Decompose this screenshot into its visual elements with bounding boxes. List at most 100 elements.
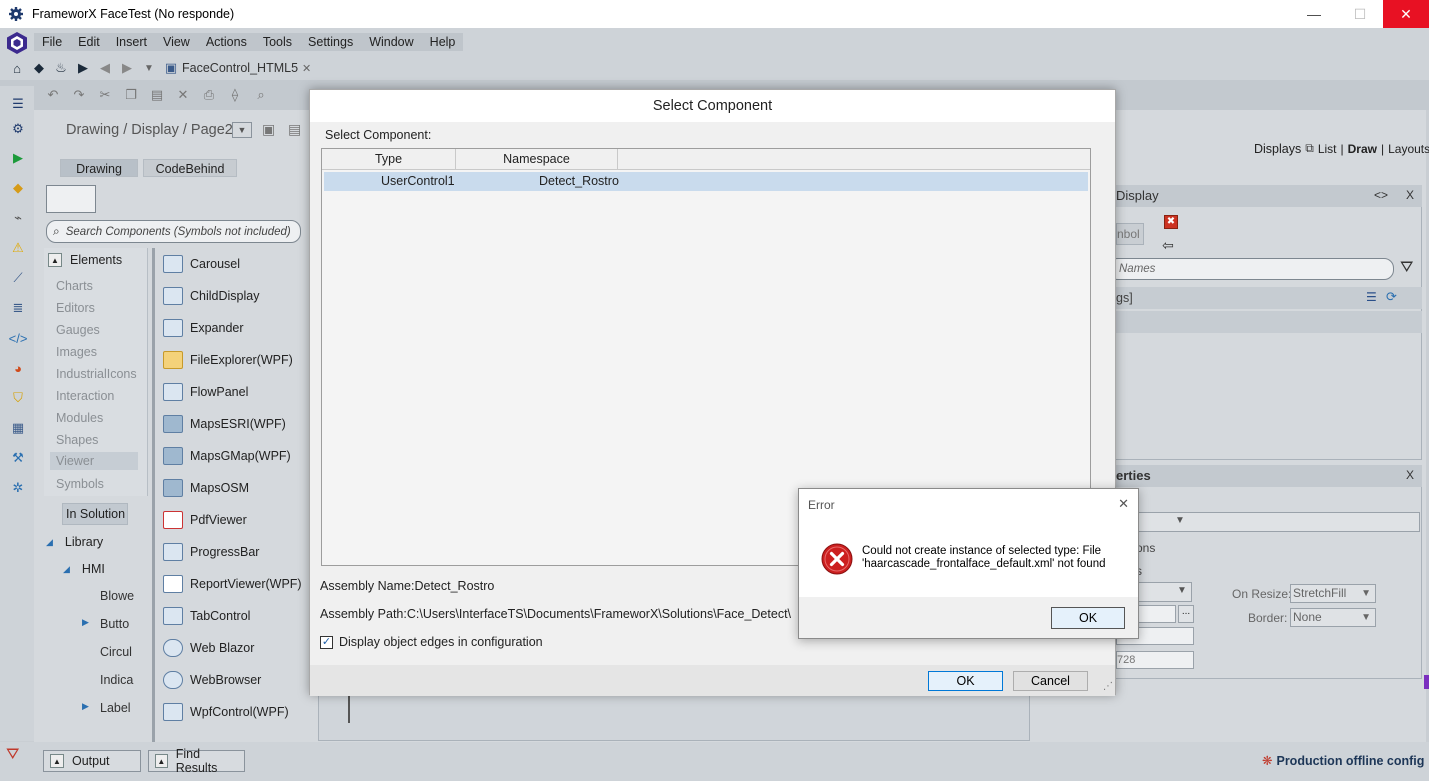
component-item[interactable]: TabControl xyxy=(163,605,250,627)
save-icon[interactable]: ▣ xyxy=(262,121,275,138)
category-images[interactable]: Images xyxy=(56,345,97,359)
tab-codebehind[interactable]: CodeBehind xyxy=(143,159,237,177)
properties-type-select[interactable]: ▼ xyxy=(1116,512,1420,532)
dialog-cancel-button[interactable]: Cancel xyxy=(1013,671,1088,691)
resize-grip-icon[interactable]: ⋰ xyxy=(1103,681,1113,692)
chevron-down-icon[interactable]: ▼ xyxy=(138,58,160,78)
component-item[interactable]: ProgressBar xyxy=(163,541,259,563)
edges-checkbox[interactable]: ✓ xyxy=(320,635,333,649)
names-search-input[interactable]: Names xyxy=(1108,258,1394,280)
list-link[interactable]: List xyxy=(1318,142,1337,156)
component-item[interactable]: MapsGMap(WPF) xyxy=(163,445,291,467)
hmi-item-indicators[interactable]: Indica xyxy=(100,673,133,687)
list-filter-icon[interactable]: ☰ xyxy=(1366,290,1377,304)
component-item[interactable]: MapsOSM xyxy=(163,477,249,499)
devices-icon[interactable]: ⌁ xyxy=(10,210,26,226)
cut-icon[interactable]: ✂ xyxy=(94,85,116,105)
menu-help[interactable]: Help xyxy=(422,33,464,51)
redo-icon[interactable]: ↷ xyxy=(68,85,90,105)
print-icon[interactable]: ⎙ xyxy=(198,85,220,105)
hmi-item-circular[interactable]: Circul xyxy=(100,645,132,659)
historian-icon[interactable]: ⟋ xyxy=(10,270,26,286)
run-icon[interactable]: ▶ xyxy=(10,150,26,166)
tag-icon[interactable]: ◆ xyxy=(10,180,26,196)
error-close-button[interactable]: ✕ xyxy=(1118,496,1129,512)
component-item[interactable]: WebBrowser xyxy=(163,669,261,691)
refresh-icon[interactable]: ⟳ xyxy=(1386,289,1397,305)
column-namespace[interactable]: Namespace xyxy=(456,149,618,170)
drawing-canvas[interactable] xyxy=(318,695,1030,741)
category-charts[interactable]: Charts xyxy=(56,279,93,293)
output-tab[interactable]: ▲ Output xyxy=(43,750,141,772)
edges-checkbox-row[interactable]: ✓ Display object edges in configuration xyxy=(320,635,543,649)
status-indicator[interactable]: ❋ Production offline config xyxy=(1262,753,1424,769)
runtime-icon[interactable]: ✲ xyxy=(10,480,26,496)
menu-actions[interactable]: Actions xyxy=(198,33,255,51)
security-icon[interactable]: ⛉ xyxy=(10,390,26,406)
menu-window[interactable]: Window xyxy=(361,33,421,51)
table-row[interactable]: UserControl1 Detect_Rostro xyxy=(324,172,1088,191)
settings-icon[interactable]: ⚙ xyxy=(10,121,26,137)
filter-icon[interactable]: ⛛ xyxy=(6,746,19,764)
breadcrumb-dropdown-icon[interactable]: ▼ xyxy=(232,122,252,138)
copy-icon[interactable]: ❐ xyxy=(120,85,142,105)
on-resize-select[interactable]: StretchFill ▼ xyxy=(1290,584,1376,603)
category-industrialicons[interactable]: IndustrialIcons xyxy=(56,367,137,381)
hmi-item[interactable]: HMI xyxy=(82,562,105,576)
filter-icon[interactable]: ⛛ xyxy=(1400,259,1413,277)
alarm-icon[interactable]: ⚠ xyxy=(10,240,26,256)
category-modules[interactable]: Modules xyxy=(56,411,103,425)
tools-icon[interactable]: ⚒ xyxy=(10,450,26,466)
find-icon[interactable]: ⌕ xyxy=(250,85,272,105)
component-item[interactable]: WpfControl(WPF) xyxy=(163,701,289,723)
browse-button[interactable]: ... xyxy=(1178,605,1194,623)
forward-icon[interactable]: ▶ xyxy=(116,58,138,78)
component-item[interactable]: MapsESRI(WPF) xyxy=(163,413,286,435)
height-field[interactable]: 728 xyxy=(1116,651,1194,669)
component-search-input[interactable]: ⌕ Search Components (Symbols not include… xyxy=(46,220,301,243)
component-item[interactable]: FlowPanel xyxy=(163,381,248,403)
category-viewer[interactable]: Viewer xyxy=(50,452,138,470)
component-item[interactable]: Web Blazor xyxy=(163,637,254,659)
run-icon[interactable]: ▶ xyxy=(72,58,94,78)
column-type[interactable]: Type xyxy=(322,149,456,170)
displays-icon[interactable]: ◕ xyxy=(10,360,26,376)
menu-insert[interactable]: Insert xyxy=(108,33,155,51)
layouts-link[interactable]: Layouts xyxy=(1388,142,1429,156)
labels-expander-icon[interactable]: ▶ xyxy=(82,701,89,712)
minimize-button[interactable]: — xyxy=(1291,0,1337,28)
scripts-icon[interactable]: </> xyxy=(9,330,28,346)
hmi-item-blower[interactable]: Blowe xyxy=(100,589,134,603)
tab-drawing[interactable]: Drawing xyxy=(60,159,138,177)
back-arrow-icon[interactable]: ⇦ xyxy=(1162,237,1174,254)
symbol-button[interactable]: nbol xyxy=(1116,223,1144,245)
draw-link[interactable]: Draw xyxy=(1348,142,1377,156)
tag-icon[interactable]: ◆ xyxy=(28,58,50,78)
paste-icon[interactable]: ▤ xyxy=(146,85,168,105)
hmi-expander-icon[interactable]: ◢ xyxy=(63,564,70,575)
border-select[interactable]: None ▼ xyxy=(1290,608,1376,627)
undo-icon[interactable]: ↶ xyxy=(42,85,64,105)
home-icon[interactable]: ⌂ xyxy=(6,58,28,78)
compare-icon[interactable]: ⟠ xyxy=(224,85,246,105)
hmi-item-labels[interactable]: Label xyxy=(100,701,131,715)
component-item[interactable]: FileExplorer(WPF) xyxy=(163,349,293,371)
dataset-icon[interactable]: ≣ xyxy=(10,300,26,316)
layout-icon[interactable]: ▤ xyxy=(288,121,301,138)
component-item[interactable]: ReportViewer(WPF) xyxy=(163,573,302,595)
category-gauges[interactable]: Gauges xyxy=(56,323,100,337)
document-tab[interactable]: FaceControl_HTML5 xyxy=(182,61,298,75)
menu-icon[interactable]: ☰ xyxy=(10,96,26,112)
reports-icon[interactable]: ▦ xyxy=(10,420,26,436)
close-button[interactable]: ✕ xyxy=(1383,0,1429,28)
buttons-expander-icon[interactable]: ▶ xyxy=(82,617,89,628)
find-results-tab[interactable]: ▲ Find Results xyxy=(148,747,245,775)
delete-icon[interactable]: ✖ xyxy=(1164,215,1178,229)
properties-panel-close[interactable]: X xyxy=(1406,468,1414,482)
delete-icon[interactable]: ✕ xyxy=(172,85,194,105)
library-expander-icon[interactable]: ◢ xyxy=(46,537,53,548)
component-item[interactable]: Carousel xyxy=(163,253,240,275)
menu-view[interactable]: View xyxy=(155,33,198,51)
document-tab-close-icon[interactable]: ✕ xyxy=(302,62,311,75)
maximize-button[interactable]: ☐ xyxy=(1337,0,1383,28)
